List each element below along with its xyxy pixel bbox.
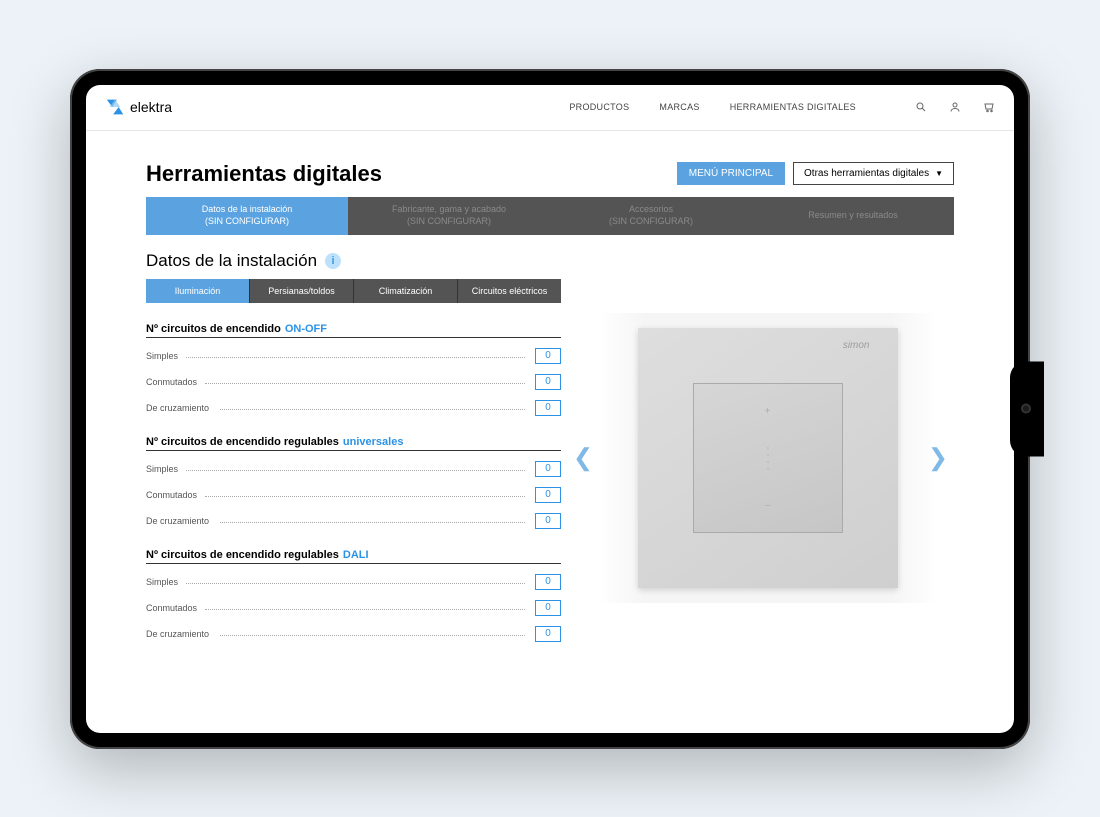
product-preview: ❮ simon + – ❯ — [581, 275, 954, 642]
row-univ-cruzamiento: De cruzamiento 0 — [146, 513, 561, 529]
form-panel: Iluminación Persianas/toldos Climatizaci… — [146, 279, 561, 642]
preview-brand-label: simon — [843, 340, 870, 351]
subtab-iluminacion[interactable]: Iluminación — [146, 279, 250, 303]
step-resumen[interactable]: Resumen y resultados — [752, 197, 954, 235]
carousel-prev-icon[interactable]: ❮ — [573, 444, 593, 473]
section-title: Datos de la instalación — [146, 251, 317, 271]
dropdown-label: Otras herramientas digitales — [804, 168, 929, 179]
input-dali-simples[interactable]: 0 — [535, 574, 561, 590]
switch-plate-image: simon + – — [638, 328, 898, 588]
tablet-frame: elektra PRODUCTOS MARCAS HERRAMIENTAS DI… — [70, 69, 1030, 749]
row-onoff-cruzamiento: De cruzamiento 0 — [146, 400, 561, 416]
user-icon[interactable] — [948, 100, 962, 114]
subtab-persianas[interactable]: Persianas/toldos — [250, 279, 354, 303]
logo-icon — [104, 96, 126, 118]
step-accesorios[interactable]: Accesorios (SIN CONFIGURAR) — [550, 197, 752, 235]
input-onoff-conmutados[interactable]: 0 — [535, 374, 561, 390]
logo-text: elektra — [130, 99, 172, 115]
section-header: Datos de la instalación i — [146, 251, 954, 271]
group-heading-universales: Nº circuitos de encendido regulables uni… — [146, 436, 561, 451]
screen: elektra PRODUCTOS MARCAS HERRAMIENTAS DI… — [86, 85, 1014, 733]
row-onoff-conmutados: Conmutados 0 — [146, 374, 561, 390]
nav-marcas[interactable]: MARCAS — [659, 102, 699, 112]
nav-productos[interactable]: PRODUCTOS — [569, 102, 629, 112]
search-icon[interactable] — [914, 100, 928, 114]
cart-icon[interactable] — [982, 100, 996, 114]
group-heading-onoff: Nº circuitos de encendido ON-OFF — [146, 323, 561, 338]
subtabs: Iluminación Persianas/toldos Climatizaci… — [146, 279, 561, 303]
page-content: Herramientas digitales MENÚ PRINCIPAL Ot… — [86, 131, 1014, 652]
step-fabricante[interactable]: Fabricante, gama y acabado (SIN CONFIGUR… — [348, 197, 550, 235]
top-navigation: elektra PRODUCTOS MARCAS HERRAMIENTAS DI… — [86, 85, 1014, 131]
chevron-down-icon: ▼ — [935, 169, 943, 178]
input-univ-simples[interactable]: 0 — [535, 461, 561, 477]
other-tools-dropdown[interactable]: Otras herramientas digitales ▼ — [793, 162, 954, 185]
logo[interactable]: elektra — [104, 96, 172, 118]
row-dali-cruzamiento: De cruzamiento 0 — [146, 626, 561, 642]
row-univ-conmutados: Conmutados 0 — [146, 487, 561, 503]
info-icon[interactable]: i — [325, 253, 341, 269]
group-heading-dali: Nº circuitos de encendido regulables DAL… — [146, 549, 561, 564]
page-title: Herramientas digitales — [146, 161, 382, 187]
input-dali-cruzamiento[interactable]: 0 — [535, 626, 561, 642]
camera-notch — [1010, 361, 1044, 456]
wizard-steps: Datos de la instalación (SIN CONFIGURAR)… — [146, 197, 954, 235]
row-dali-conmutados: Conmutados 0 — [146, 600, 561, 616]
nav-herramientas[interactable]: HERRAMIENTAS DIGITALES — [730, 102, 856, 112]
carousel-next-icon[interactable]: ❯ — [928, 444, 948, 473]
step-datos-instalacion[interactable]: Datos de la instalación (SIN CONFIGURAR) — [146, 197, 348, 235]
input-onoff-cruzamiento[interactable]: 0 — [535, 400, 561, 416]
subtab-circuitos[interactable]: Circuitos eléctricos — [458, 279, 561, 303]
input-univ-cruzamiento[interactable]: 0 — [535, 513, 561, 529]
input-onoff-simples[interactable]: 0 — [535, 348, 561, 364]
main-menu-button[interactable]: MENÚ PRINCIPAL — [677, 162, 785, 185]
row-univ-simples: Simples 0 — [146, 461, 561, 477]
row-dali-simples: Simples 0 — [146, 574, 561, 590]
input-dali-conmutados[interactable]: 0 — [535, 600, 561, 616]
subtab-climatizacion[interactable]: Climatización — [354, 279, 458, 303]
row-onoff-simples: Simples 0 — [146, 348, 561, 364]
input-univ-conmutados[interactable]: 0 — [535, 487, 561, 503]
